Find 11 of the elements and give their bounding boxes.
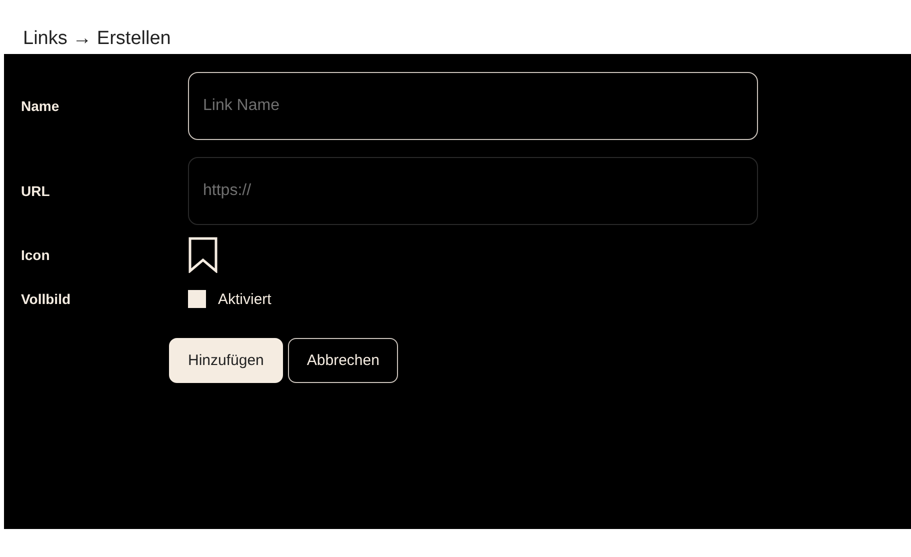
field-label: Vollbild bbox=[20, 291, 72, 307]
bookmark-icon[interactable] bbox=[188, 237, 218, 273]
breadcrumb: Links → Erstellen bbox=[22, 27, 172, 51]
cancel-button[interactable]: Abbrechen bbox=[288, 338, 398, 383]
checkbox-label: Aktiviert bbox=[218, 290, 272, 308]
field-label: Icon bbox=[20, 247, 51, 263]
text-field[interactable]: https:// bbox=[188, 157, 758, 225]
add-button[interactable]: Hinzufügen bbox=[169, 338, 283, 383]
checkbox[interactable] bbox=[188, 290, 206, 308]
field-label: URL bbox=[20, 183, 51, 199]
field-label: Name bbox=[20, 98, 60, 114]
